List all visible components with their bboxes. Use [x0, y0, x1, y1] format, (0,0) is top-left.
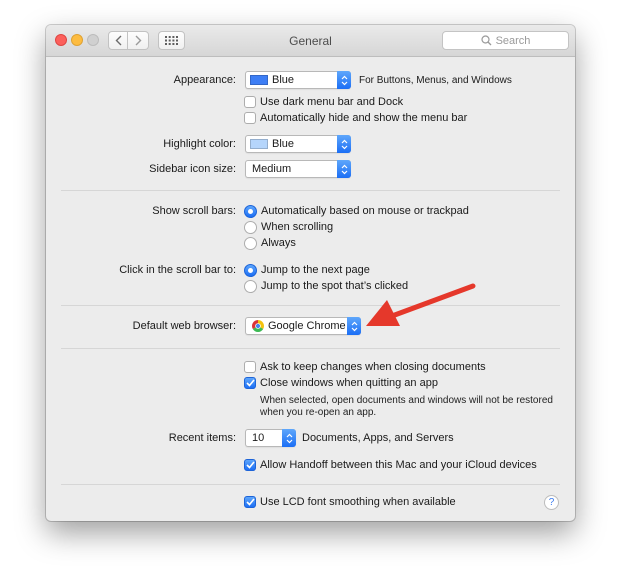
highlight-color-swatch: [250, 139, 268, 149]
highlight-color-label: Highlight color:: [163, 138, 236, 150]
section-divider: [61, 484, 560, 485]
scroll-bars-option-label: Automatically based on mouse or trackpad: [261, 205, 469, 217]
scroll-click-label: Click in the scroll bar to:: [119, 264, 236, 276]
section-divider: [61, 305, 560, 306]
lcd-smoothing-checkbox[interactable]: [244, 496, 256, 508]
search-field[interactable]: Search: [442, 31, 569, 50]
popup-stepper-icon: [347, 317, 361, 335]
default-browser-value: Google Chrome: [268, 320, 346, 332]
scroll-click-radio-spot[interactable]: [244, 279, 257, 293]
popup-stepper-icon: [282, 429, 296, 447]
recent-items-suffix: Documents, Apps, and Servers: [302, 429, 454, 447]
ask-keep-changes-label: Ask to keep changes when closing documen…: [260, 361, 486, 373]
scroll-click-option-spot[interactable]: Jump to the spot that’s clicked: [244, 277, 408, 295]
dark-menu-label: Use dark menu bar and Dock: [260, 96, 404, 108]
handoff-label: Allow Handoff between this Mac and your …: [260, 459, 537, 471]
popup-stepper-icon: [337, 71, 351, 89]
scroll-bars-option-label: When scrolling: [261, 221, 334, 233]
close-windows-checkbox[interactable]: [244, 377, 256, 389]
chrome-icon: [252, 320, 264, 332]
scroll-bars-radio-always[interactable]: [244, 236, 257, 250]
scroll-click-option-label: Jump to the next page: [261, 264, 370, 276]
handoff-checkbox[interactable]: [244, 459, 256, 471]
autohide-menu-option[interactable]: Automatically hide and show the menu bar: [244, 109, 467, 127]
recent-items-label: Recent items:: [168, 432, 236, 444]
default-browser-popup[interactable]: Google Chrome: [245, 317, 361, 335]
close-windows-option[interactable]: Close windows when quitting an app: [244, 374, 438, 392]
default-browser-label: Default web browser:: [132, 320, 236, 332]
section-divider: [61, 348, 560, 349]
scroll-bars-radio-when-scrolling[interactable]: [244, 220, 257, 234]
popup-stepper-icon: [337, 135, 351, 153]
scroll-click-option-label: Jump to the spot that’s clicked: [261, 280, 409, 292]
scroll-click-radio-next-page[interactable]: [244, 263, 257, 277]
search-placeholder: Search: [495, 34, 531, 47]
search-icon: [480, 35, 492, 46]
popup-stepper-icon: [337, 160, 351, 178]
autohide-menu-checkbox[interactable]: [244, 112, 256, 124]
recent-items-popup[interactable]: 10: [245, 429, 296, 447]
autohide-menu-label: Automatically hide and show the menu bar: [260, 112, 468, 124]
appearance-color-swatch: [250, 75, 268, 85]
checkmark-icon: [245, 461, 255, 469]
lcd-smoothing-label: Use LCD font smoothing when available: [260, 496, 456, 508]
help-button[interactable]: ?: [544, 495, 559, 510]
sidebar-icon-size-popup[interactable]: Medium: [245, 160, 351, 178]
ask-keep-changes-checkbox[interactable]: [244, 361, 256, 373]
dark-menu-checkbox[interactable]: [244, 96, 256, 108]
recent-items-suffix-text: Documents, Apps, and Servers: [302, 432, 454, 444]
sidebar-icon-size-value: Medium: [252, 163, 292, 175]
general-preferences-window: General Search Appearance: Blue For Butt…: [46, 25, 575, 521]
scroll-bars-option-label: Always: [261, 237, 296, 249]
checkmark-icon: [245, 498, 255, 506]
help-icon: ?: [548, 497, 555, 508]
title-bar: General Search: [46, 25, 575, 57]
scroll-bars-radio-automatic[interactable]: [244, 204, 257, 218]
appearance-value: Blue: [272, 74, 295, 86]
appearance-popup[interactable]: Blue: [245, 71, 351, 89]
appearance-label: Appearance:: [173, 74, 236, 86]
lcd-smoothing-option[interactable]: Use LCD font smoothing when available: [244, 493, 456, 511]
section-divider: [61, 190, 560, 191]
scroll-bars-label: Show scroll bars:: [152, 205, 236, 217]
close-windows-note-line2: when you re-open an app.: [260, 407, 377, 418]
handoff-option[interactable]: Allow Handoff between this Mac and your …: [244, 456, 537, 474]
appearance-hint-text: For Buttons, Menus, and Windows: [359, 74, 512, 86]
scroll-bars-option-always[interactable]: Always: [244, 234, 296, 252]
close-windows-label: Close windows when quitting an app: [260, 377, 438, 389]
checkmark-icon: [245, 379, 255, 387]
appearance-hint: For Buttons, Menus, and Windows: [359, 71, 512, 89]
recent-items-value: 10: [252, 432, 265, 444]
highlight-color-popup[interactable]: Blue: [245, 135, 351, 153]
sidebar-icon-size-label: Sidebar icon size:: [149, 163, 236, 175]
highlight-color-value: Blue: [272, 138, 295, 150]
